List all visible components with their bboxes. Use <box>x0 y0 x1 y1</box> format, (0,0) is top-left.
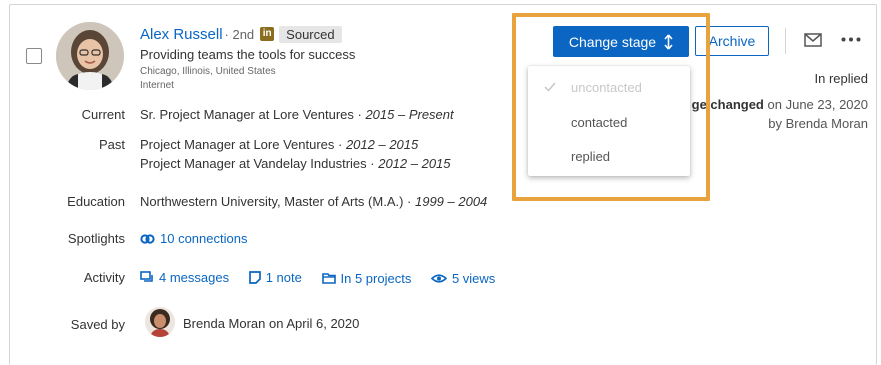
projects-label: In 5 projects <box>340 270 412 286</box>
connection-degree: · 2nd <box>224 26 255 42</box>
current-position-text: Sr. Project Manager at Lore Ventures · <box>140 107 366 122</box>
saved-by-date: on April 6, 2020 <box>269 316 360 331</box>
education-value: Northwestern University, Master of Arts … <box>140 194 487 209</box>
name-row: Alex Russell · 2nd in Sourced <box>140 24 342 44</box>
past-position: Project Manager at Lore Ventures · 2012 … <box>140 137 418 152</box>
past-label: Past <box>98 137 125 152</box>
linkedin-icon: in <box>260 27 275 41</box>
industry: Internet <box>140 80 174 91</box>
saved-by-name[interactable]: Brenda Moran <box>183 316 265 331</box>
past-position-dates: 2012 – 2015 <box>378 156 451 171</box>
stage-changed-date: on June 23, 2020 <box>767 97 868 112</box>
change-stage-button[interactable]: Change stage <box>553 26 689 57</box>
messages-icon <box>140 271 153 282</box>
archive-button[interactable]: Archive <box>695 26 769 56</box>
mail-icon[interactable] <box>804 33 822 47</box>
activity-label: Activity <box>83 270 125 285</box>
connections-link[interactable]: 10 connections <box>140 231 247 246</box>
eye-icon <box>430 274 447 283</box>
select-checkbox[interactable] <box>26 48 42 64</box>
past-position-dates: 2012 – 2015 <box>345 137 419 152</box>
education-dates: 1999 – 2004 <box>414 194 488 209</box>
education-text: Northwestern University, Master of Arts … <box>140 194 415 209</box>
current-label: Current <box>81 107 125 122</box>
views-label: 5 views <box>451 271 496 286</box>
current-position: Sr. Project Manager at Lore Ventures · 2… <box>140 107 454 122</box>
checkmark-icon <box>544 82 556 92</box>
messages-label: 4 messages <box>159 270 230 285</box>
notes-link[interactable]: 1 note <box>248 270 302 285</box>
stage-option-contacted[interactable]: contacted <box>571 115 627 130</box>
location: Chicago, Illinois, United States <box>140 66 276 77</box>
past-position-text: Project Manager at Vandelay Industries · <box>140 156 379 171</box>
stage-changed-by: by Brenda Moran <box>768 116 868 131</box>
stage-changed-label: ge changed <box>691 97 764 112</box>
stage-option-uncontacted: uncontacted <box>571 80 642 95</box>
projects-link[interactable]: In 5 projects <box>321 270 412 286</box>
stage-option-replied[interactable]: replied <box>571 149 610 164</box>
activity-value: 4 messages 1 note In 5 projects 5 views <box>140 270 511 287</box>
stage-changed: ge changed on June 23, 2020 <box>692 97 868 112</box>
spotlights-label: Spotlights <box>67 231 125 246</box>
spotlights-value: 10 connections <box>140 231 263 247</box>
saved-by-text: Brenda Moran on April 6, 2020 <box>183 316 359 331</box>
more-icon[interactable] <box>841 37 861 42</box>
saved-by-label: Saved by <box>70 317 125 332</box>
connections-icon <box>140 233 155 244</box>
avatar[interactable] <box>56 22 124 90</box>
current-stage: In replied <box>814 71 868 86</box>
candidate-name[interactable]: Alex Russell <box>140 26 223 43</box>
messages-link[interactable]: 4 messages <box>140 270 229 285</box>
headline: Providing teams the tools for success <box>140 47 356 62</box>
stage-dropdown: uncontacted contacted replied <box>528 66 690 176</box>
education-label: Education <box>67 194 125 209</box>
saved-by-avatar[interactable] <box>145 307 175 337</box>
current-position-dates: 2015 – Present <box>365 107 454 122</box>
past-position: Project Manager at Vandelay Industries ·… <box>140 156 451 171</box>
views-link[interactable]: 5 views <box>430 271 496 286</box>
past-position-text: Project Manager at Lore Ventures · <box>140 137 346 152</box>
divider <box>785 28 786 54</box>
source-tag: Sourced <box>279 25 342 43</box>
sort-arrows-icon <box>664 33 673 50</box>
connections-label: 10 connections <box>160 231 248 246</box>
note-icon <box>248 271 261 284</box>
notes-label: 1 note <box>265 270 302 285</box>
folder-icon <box>321 273 336 284</box>
change-stage-label: Change stage <box>568 33 657 50</box>
